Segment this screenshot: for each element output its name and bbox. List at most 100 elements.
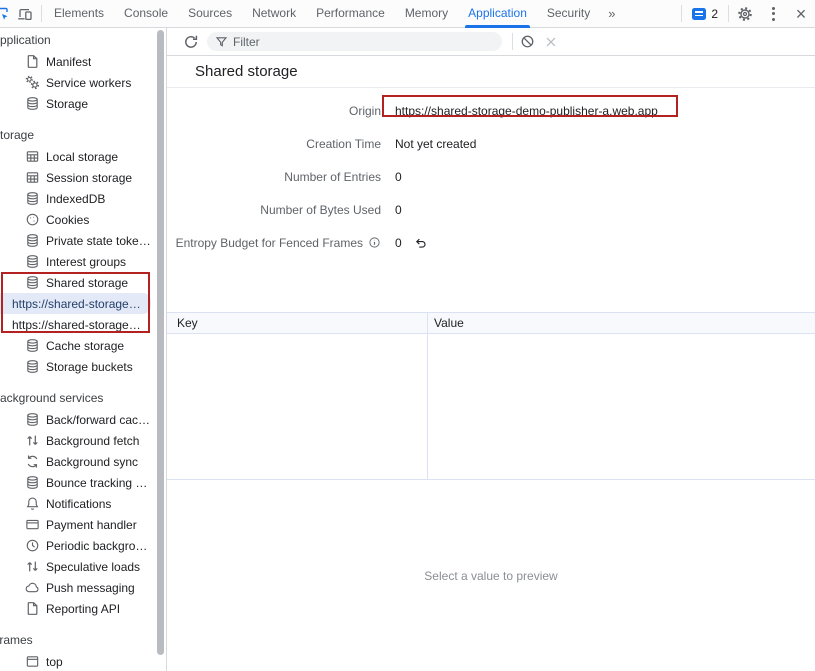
sidebar-item-push-messaging[interactable]: Push messaging	[0, 577, 151, 598]
sidebar-item-session-storage[interactable]: Session storage	[0, 167, 151, 188]
preview-placeholder: Select a value to preview	[424, 569, 557, 583]
tab-network[interactable]: Network	[242, 0, 306, 28]
metadata-value-text: Not yet created	[395, 137, 476, 151]
inspect-icon[interactable]	[0, 3, 11, 25]
section-header-application: Application	[0, 30, 166, 51]
sidebar-item-private-state-tokens[interactable]: Private state tokens	[0, 230, 151, 251]
sidebar-item-shared-storage[interactable]: Shared storage	[0, 272, 151, 293]
section-header-storage: Storage	[0, 125, 166, 146]
console-messages-button[interactable]: 2	[684, 7, 726, 21]
file-icon	[24, 601, 40, 617]
database-icon	[24, 475, 40, 491]
filter-input[interactable]	[233, 35, 494, 49]
clear-icon[interactable]	[539, 28, 563, 56]
block-icon[interactable]	[515, 28, 539, 56]
reset-budget-icon[interactable]	[414, 236, 428, 250]
sidebar-item-label: Storage	[46, 97, 88, 111]
sidebar-item-label: Cache storage	[46, 339, 124, 353]
database-icon	[24, 254, 40, 270]
sidebar-item-label: Local storage	[46, 150, 118, 164]
sidebar-item-manifest[interactable]: Manifest	[0, 51, 151, 72]
metadata-label-text: Number of Entries	[284, 170, 381, 184]
sidebar-item-periodic-backgroun[interactable]: Periodic backgroun…	[0, 535, 151, 556]
sidebar-item-top[interactable]: top	[0, 651, 151, 671]
sidebar-item-background-fetch[interactable]: Background fetch	[0, 430, 151, 451]
sidebar-item-reporting-api[interactable]: Reporting API	[0, 598, 151, 619]
sidebar-item-service-workers[interactable]: Service workers	[0, 72, 151, 93]
sidebar-item-label: IndexedDB	[46, 192, 105, 206]
panel-toolbar	[167, 28, 815, 56]
sidebar-item-label: Session storage	[46, 171, 132, 185]
close-devtools-icon[interactable]: ×	[787, 0, 815, 28]
database-icon	[24, 96, 40, 112]
more-menu-icon[interactable]	[759, 0, 787, 28]
metadata-label-text: Entropy Budget for Fenced Frames	[176, 236, 363, 250]
metadata-label-text: Origin	[349, 104, 381, 118]
shared-storage-panel: Shared storage Originhttps://shared-stor…	[167, 28, 815, 671]
divider	[41, 5, 42, 22]
sidebar-item-https-shared-storage[interactable]: https://shared-storage…	[0, 314, 151, 335]
tab-performance[interactable]: Performance	[306, 0, 395, 28]
column-header-value[interactable]: Value	[427, 313, 815, 333]
tab-sources[interactable]: Sources	[178, 0, 242, 28]
sidebar-item-storage[interactable]: Storage	[0, 93, 151, 114]
sidebar-item-https-shared-storage[interactable]: https://shared-storage…	[0, 293, 151, 314]
tab-application[interactable]: Application	[458, 0, 537, 28]
metadata-label: Number of Entries	[167, 170, 381, 184]
scrollbar-thumb[interactable]	[157, 30, 164, 655]
sidebar-item-back-forward-cache[interactable]: Back/forward cache	[0, 409, 151, 430]
sidebar-item-interest-groups[interactable]: Interest groups	[0, 251, 151, 272]
sidebar-item-label: https://shared-storage…	[12, 318, 141, 332]
metadata-row-creation-time: Creation TimeNot yet created	[167, 127, 815, 160]
settings-gear-icon[interactable]	[731, 0, 759, 28]
metadata-label: Origin	[167, 104, 381, 118]
sidebar-item-label: Storage buckets	[46, 360, 133, 374]
table-body[interactable]	[167, 334, 815, 480]
tab-console[interactable]: Console	[114, 0, 178, 28]
column-header-key[interactable]: Key	[167, 316, 427, 330]
metadata-row-origin: Originhttps://shared-storage-demo-publis…	[167, 94, 815, 127]
tab-elements[interactable]: Elements	[44, 0, 114, 28]
card-icon	[24, 517, 40, 533]
sidebar-item-background-sync[interactable]: Background sync	[0, 451, 151, 472]
grid-icon	[24, 170, 40, 186]
service-workers-icon	[24, 75, 40, 91]
devtools-tabs: ElementsConsoleSourcesNetworkPerformance…	[44, 0, 600, 28]
info-icon[interactable]	[368, 236, 381, 249]
sidebar-item-bounce-tracking-miti[interactable]: Bounce tracking miti…	[0, 472, 151, 493]
clock-icon	[24, 538, 40, 554]
sidebar-item-label: Background fetch	[46, 434, 139, 448]
grid-icon	[24, 149, 40, 165]
tab-memory[interactable]: Memory	[395, 0, 458, 28]
metadata-label: Number of Bytes Used	[167, 203, 381, 217]
sidebar-item-cookies[interactable]: Cookies	[0, 209, 151, 230]
sidebar-item-label: Reporting API	[46, 602, 120, 616]
database-icon	[24, 233, 40, 249]
database-icon	[24, 412, 40, 428]
filter-funnel-icon	[215, 35, 228, 48]
sidebar-section-frames: Framestop	[0, 630, 166, 671]
device-toolbar-icon[interactable]	[11, 0, 39, 28]
sidebar-item-label: Service workers	[46, 76, 131, 90]
sidebar-item-speculative-loads[interactable]: Speculative loads	[0, 556, 151, 577]
metadata-row-entropy-budget-for-fenced-frames: Entropy Budget for Fenced Frames 0	[167, 226, 815, 259]
metadata-label-text: Number of Bytes Used	[260, 203, 381, 217]
sidebar-item-notifications[interactable]: Notifications	[0, 493, 151, 514]
more-tabs-button[interactable]: »	[600, 0, 623, 27]
metadata-value: 0	[395, 236, 428, 250]
sidebar-item-indexeddb[interactable]: IndexedDB	[0, 188, 151, 209]
sidebar-item-cache-storage[interactable]: Cache storage	[0, 335, 151, 356]
sidebar-item-storage-buckets[interactable]: Storage buckets	[0, 356, 151, 377]
console-message-icon	[692, 8, 706, 20]
section-header-frames: Frames	[0, 630, 166, 651]
refresh-icon[interactable]	[179, 28, 203, 56]
sidebar-item-payment-handler[interactable]: Payment handler	[0, 514, 151, 535]
tab-security[interactable]: Security	[537, 0, 600, 28]
sidebar-section-background-services: Background servicesBack/forward cacheBac…	[0, 388, 166, 619]
metadata-label: Entropy Budget for Fenced Frames	[167, 236, 381, 250]
sidebar-item-label: Back/forward cache	[46, 413, 151, 427]
sidebar-scrollbar[interactable]	[156, 28, 165, 671]
sidebar-item-local-storage[interactable]: Local storage	[0, 146, 151, 167]
preview-pane: Select a value to preview	[167, 480, 815, 671]
sidebar-item-label: Bounce tracking miti…	[46, 476, 151, 490]
